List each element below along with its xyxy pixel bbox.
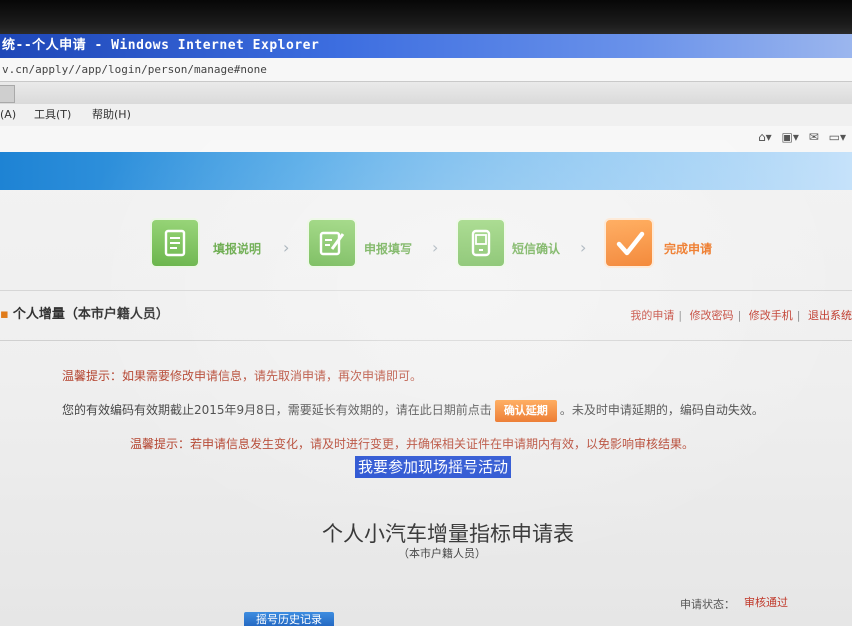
chevron-right-icon: › bbox=[432, 238, 439, 257]
status-label: 申请状态： bbox=[680, 598, 735, 611]
command-bar: ⌂▾ ▣▾ ✉ ▭▾ bbox=[0, 126, 852, 153]
validity-text-prefix: 您的有效编码有效期截止2015年9月8日，需要延长有效期的，请在此日期前点击 bbox=[62, 403, 492, 417]
separator: | bbox=[737, 309, 742, 322]
step-label-instructions: 填报说明 bbox=[213, 242, 262, 256]
divider bbox=[0, 290, 852, 291]
validity-text-suffix: 。未及时申请延期的，编码自动失效。 bbox=[559, 403, 764, 417]
divider bbox=[0, 340, 852, 341]
status-badge: 审核通过 bbox=[744, 596, 788, 609]
separator: | bbox=[796, 309, 801, 322]
validity-notice: 您的有效编码有效期截止2015年9月8日，需要延长有效期的，请在此日期前点击 确认… bbox=[62, 394, 807, 426]
home-icon[interactable]: ⌂▾ bbox=[758, 130, 772, 144]
printer-icon[interactable]: ▭▾ bbox=[829, 130, 846, 144]
nav-button-stub[interactable] bbox=[0, 85, 15, 103]
link-change-password[interactable]: 修改密码 bbox=[690, 309, 734, 322]
navigation-bar bbox=[0, 82, 852, 105]
step-label-complete: 完成申请 bbox=[664, 242, 713, 256]
section-title: ▪ 个人增量（本市户籍人员） bbox=[0, 303, 169, 322]
progress-steps: 填报说明 › 申报填写 › 短信确认 › 完成申请 bbox=[0, 218, 852, 282]
rss-feed-icon[interactable]: ▣▾ bbox=[782, 130, 799, 144]
bullet-icon: ▪ bbox=[0, 307, 9, 322]
link-change-phone[interactable]: 修改手机 bbox=[749, 309, 793, 322]
mobile-phone-icon bbox=[456, 218, 506, 268]
site-header-banner bbox=[0, 152, 852, 190]
separator: | bbox=[678, 309, 683, 322]
edit-form-icon bbox=[307, 218, 357, 268]
document-icon bbox=[150, 218, 200, 268]
menu-item-favorites[interactable]: (A) bbox=[0, 104, 16, 126]
tip-cancel-reapply: 温馨提示：如果需要修改申请信息，请先取消申请，再次申请即可。 bbox=[62, 369, 423, 383]
tip-info-change: 温馨提示：若申请信息发生变化，请及时进行变更，并确保相关证件在申请期内有效，以免… bbox=[130, 437, 695, 451]
section-title-text: 个人增量（本市户籍人员） bbox=[12, 307, 169, 322]
chevron-right-icon: › bbox=[580, 238, 587, 257]
lottery-history-button[interactable]: 摇号历史记录 bbox=[244, 612, 334, 626]
chevron-right-icon: › bbox=[283, 238, 290, 257]
screen: 统--个人申请 - Windows Internet Explorer v.cn… bbox=[0, 0, 852, 626]
link-my-application[interactable]: 我的申请 bbox=[630, 309, 674, 322]
menu-bar: (A) 工具(T) 帮助(H) bbox=[0, 104, 852, 127]
address-bar[interactable]: v.cn/apply//app/login/person/manage#none bbox=[0, 58, 852, 82]
window-title: 统--个人申请 - Windows Internet Explorer bbox=[0, 34, 852, 58]
user-links: 我的申请 | 修改密码 | 修改手机 | 退出系统 bbox=[626, 307, 852, 323]
form-subtitle: （本市户籍人员） bbox=[398, 547, 486, 560]
command-icons: ⌂▾ ▣▾ ✉ ▭▾ bbox=[758, 130, 852, 148]
step-label-sms-confirm: 短信确认 bbox=[512, 242, 561, 256]
monitor-bezel bbox=[0, 0, 852, 34]
form-title: 个人小汽车增量指标申请表 bbox=[322, 522, 574, 546]
menu-item-tools[interactable]: 工具(T) bbox=[34, 104, 71, 126]
address-url[interactable]: v.cn/apply//app/login/person/manage#none bbox=[2, 63, 267, 76]
step-label-fill-in: 申报填写 bbox=[364, 242, 413, 256]
mail-icon[interactable]: ✉ bbox=[809, 130, 819, 144]
checkmark-icon bbox=[604, 218, 654, 268]
join-lottery-link[interactable]: 我要参加现场摇号活动 bbox=[355, 456, 512, 478]
confirm-extension-button[interactable]: 确认延期 bbox=[494, 399, 557, 422]
menu-item-help[interactable]: 帮助(H) bbox=[92, 104, 131, 126]
link-logout[interactable]: 退出系统 bbox=[808, 309, 852, 322]
